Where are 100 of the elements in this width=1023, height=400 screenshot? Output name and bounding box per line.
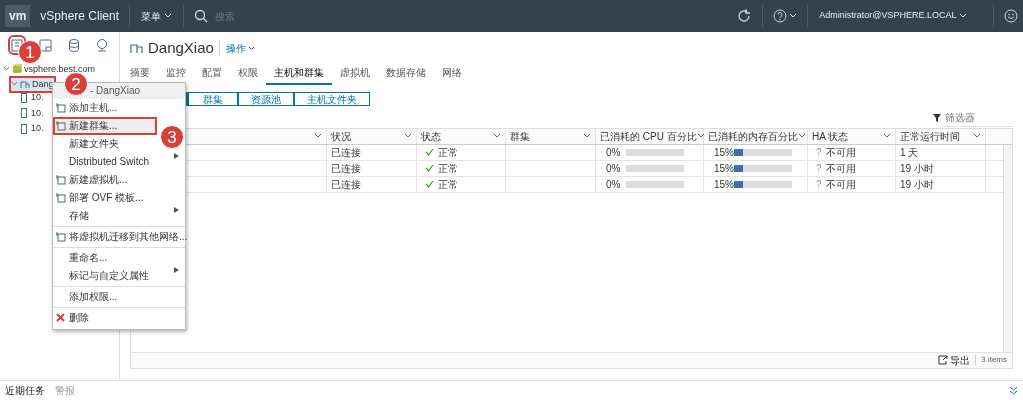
datacenter-icon — [20, 79, 30, 90]
help-button[interactable] — [772, 9, 798, 23]
sort-icon[interactable] — [973, 133, 981, 139]
unknown-icon: ? — [816, 160, 822, 176]
view-tab[interactable] — [9, 37, 24, 53]
column-header[interactable]: 已消耗的 CPU 百分比 — [600, 128, 697, 144]
view-tab[interactable] — [95, 37, 110, 53]
bottom-tab[interactable]: 近期任务 — [5, 383, 45, 398]
menu-item[interactable]: 删除 — [53, 309, 95, 327]
tree-item[interactable]: 10. — [19, 91, 44, 105]
smiley-icon[interactable] — [1004, 9, 1018, 23]
caret-icon — [248, 45, 256, 51]
table-cell-text: 19 小时 — [900, 177, 934, 192]
menu-item[interactable]: 存储 — [53, 207, 185, 225]
column-header[interactable]: 状态 — [421, 128, 441, 144]
sort-icon[interactable] — [798, 133, 806, 139]
add-icon — [56, 175, 66, 185]
caret-icon — [789, 13, 798, 19]
caret-icon — [163, 13, 172, 19]
page-tab[interactable]: 权限 — [230, 64, 266, 85]
column-header[interactable]: 正常运行时间 — [900, 128, 960, 144]
table-cell-text: 不可用 — [825, 161, 856, 176]
tree-item[interactable]: 10. — [19, 122, 44, 136]
vms-view-icon — [38, 37, 53, 53]
refresh-icon[interactable] — [735, 8, 752, 24]
menu-item[interactable]: 添加权限... — [53, 288, 124, 306]
table-cell-text: 不可用 — [825, 177, 856, 192]
scrollbar[interactable] — [1003, 144, 1012, 352]
menu-item[interactable]: 部署 OVF 模板... — [53, 189, 150, 207]
add-icon — [56, 193, 66, 203]
table-cell-text: 已连接 — [331, 177, 361, 192]
table-cell-text: 已连接 — [331, 161, 361, 176]
menu-item[interactable]: 重命名... — [53, 249, 114, 267]
chevron-icon[interactable] — [3, 66, 10, 73]
vcenter-icon — [12, 64, 22, 75]
table-cell-text: 0% — [606, 145, 622, 160]
menu-item[interactable]: 新建文件夹 — [53, 135, 125, 153]
menu-item[interactable]: 将虚拟机迁移到其他网络... — [53, 228, 194, 246]
table-cell-text: 正常 — [438, 177, 458, 192]
sort-icon[interactable] — [493, 133, 501, 139]
search-field[interactable]: 搜索 — [212, 7, 413, 25]
menu-item[interactable]: 标记与自定义属性 — [53, 267, 185, 285]
unknown-icon: ? — [816, 144, 822, 160]
add-icon — [56, 232, 66, 242]
page-tab[interactable]: 摘要 — [122, 64, 158, 85]
table-cell-text: 0% — [606, 177, 622, 192]
view-tab[interactable] — [38, 37, 53, 53]
table-cell-text: 正常 — [438, 145, 458, 160]
page-tab[interactable]: 监控 — [158, 64, 194, 85]
menu-title: - DangXiao — [90, 85, 141, 96]
export-button[interactable]: 导出 — [937, 352, 971, 368]
chevron-icon[interactable] — [11, 81, 18, 88]
hosts-view-icon — [9, 37, 24, 53]
submenu-arrow-icon — [174, 207, 179, 213]
storage-view-icon — [66, 37, 81, 53]
actions-button[interactable]: 操作 — [224, 39, 257, 57]
sort-icon[interactable] — [883, 133, 891, 139]
host-icon — [19, 92, 29, 103]
column-header[interactable]: 群集 — [510, 128, 530, 144]
app-name: vSphere Client — [40, 8, 120, 25]
menu-item[interactable]: 新建群集... — [53, 117, 157, 135]
filter-field[interactable]: 筛选器 — [943, 109, 1013, 127]
sort-icon[interactable] — [583, 133, 591, 139]
expand-icon[interactable] — [1009, 386, 1018, 395]
column-header[interactable]: 状况 — [331, 128, 351, 144]
host-icon — [19, 123, 29, 134]
segment-button[interactable]: 群集 — [188, 92, 238, 106]
column-header[interactable]: HA 状态 — [812, 128, 849, 144]
table-cell-text: 已连接 — [331, 145, 361, 160]
export-icon — [937, 355, 948, 365]
sort-icon[interactable] — [696, 133, 705, 139]
page-tab[interactable]: 主机和群集 — [266, 64, 332, 85]
tree-item[interactable]: 10. — [19, 106, 44, 120]
add-icon — [56, 121, 66, 131]
user-menu[interactable]: Administrator@VSPHERE.LOCAL — [818, 8, 968, 24]
table-cell-text: 1 天 — [900, 145, 919, 160]
table-cell-text: 19 小时 — [900, 161, 934, 176]
help-icon — [772, 9, 787, 23]
caret-icon — [959, 13, 967, 19]
sort-icon[interactable] — [314, 133, 322, 139]
menu-item[interactable]: Distributed Switch — [53, 153, 185, 171]
logo: vm — [5, 5, 31, 27]
page-tab[interactable]: 配置 — [194, 64, 230, 85]
page-tab[interactable]: 虚拟机 — [332, 64, 378, 85]
unknown-icon: ? — [816, 176, 822, 192]
sort-icon[interactable] — [404, 133, 412, 139]
menu-item[interactable]: 新建虚拟机... — [53, 171, 134, 189]
segment-button[interactable]: 资源池 — [238, 92, 294, 106]
filter-icon — [932, 114, 941, 122]
item-count: 3 items — [981, 354, 1007, 366]
page-title: DangXiao — [148, 38, 214, 58]
page-tab[interactable]: 网络 — [434, 64, 470, 85]
menu-button[interactable]: 菜单 — [140, 7, 173, 25]
menu-item[interactable]: 添加主机... — [53, 99, 124, 117]
column-header[interactable]: 已消耗的内存百分比 — [708, 128, 798, 144]
segment-button[interactable]: 主机文件夹 — [294, 92, 370, 106]
page-tab[interactable]: 数据存储 — [378, 64, 434, 85]
step-marker: 2 — [64, 72, 88, 96]
submenu-arrow-icon — [174, 267, 179, 273]
view-tab[interactable] — [66, 37, 81, 53]
